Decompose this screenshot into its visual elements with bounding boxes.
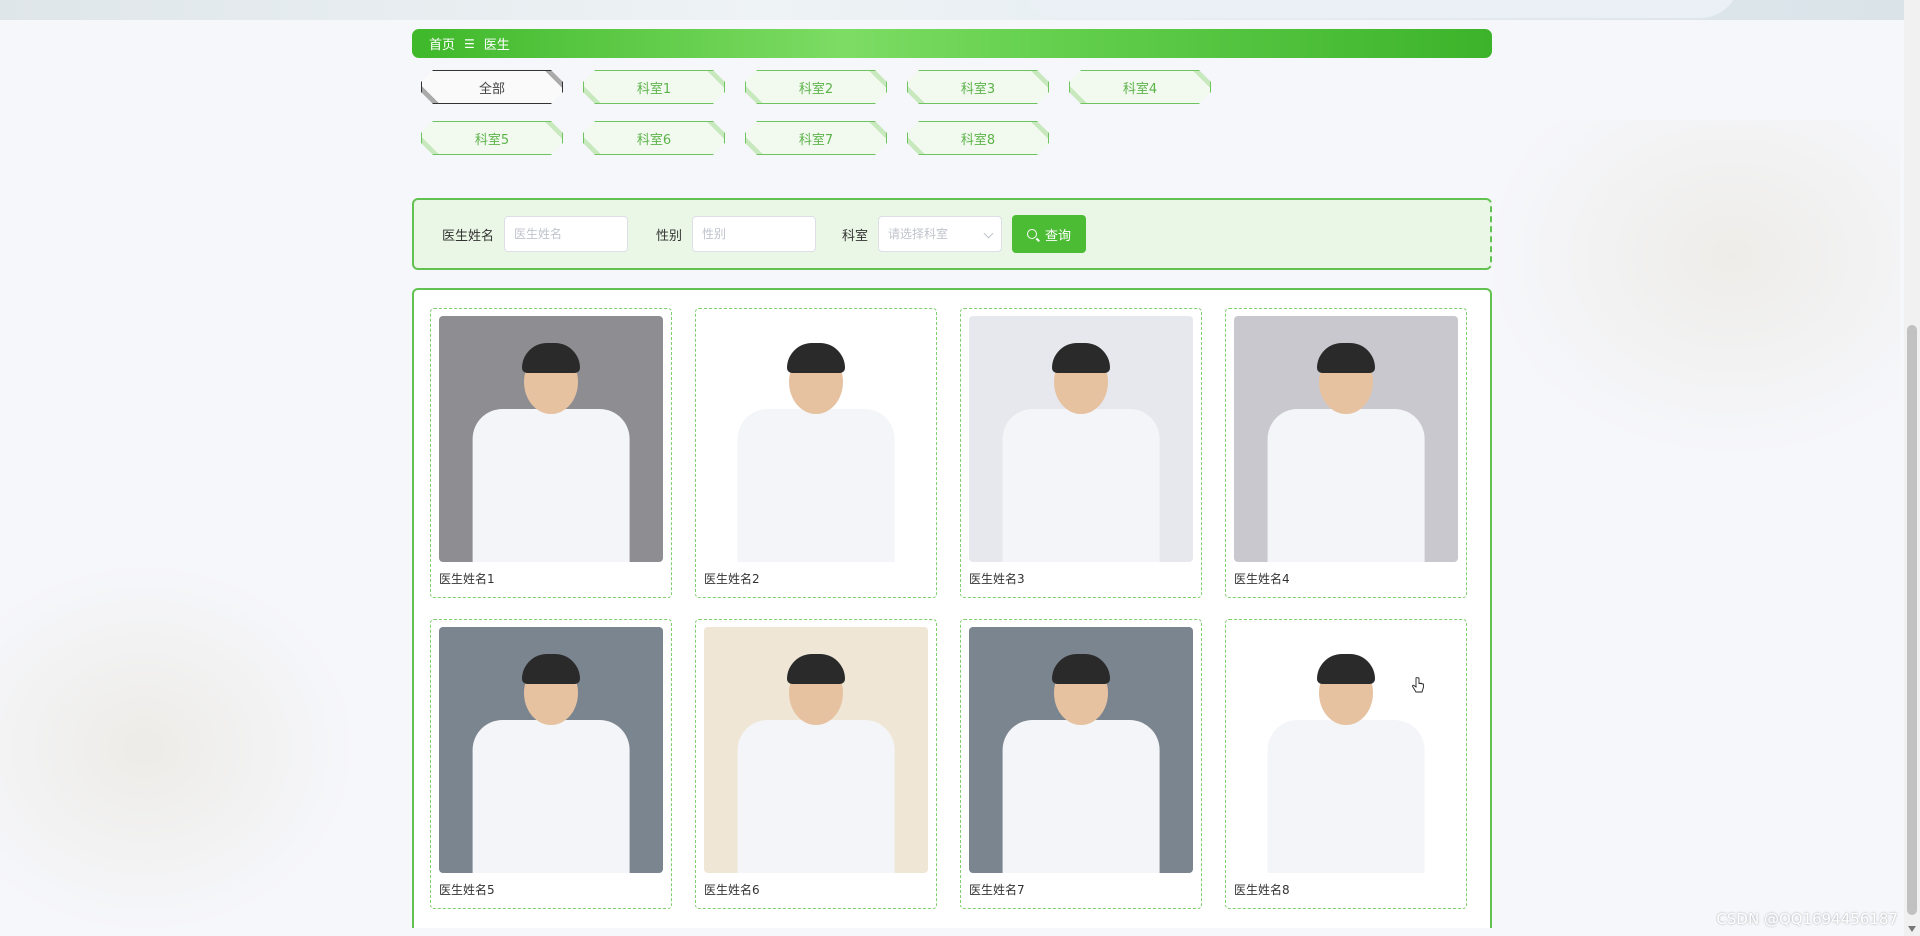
- breadcrumb: 首页 ☰ 医生: [412, 29, 1492, 58]
- doctor-photo: [969, 627, 1193, 873]
- hand-pointer-icon: [1412, 677, 1424, 693]
- tab-dept-2[interactable]: 科室2: [745, 70, 887, 104]
- tab-dept-4[interactable]: 科室4: [1069, 70, 1211, 104]
- photo-figure-hair: [1317, 654, 1375, 685]
- doctor-photo: [439, 316, 663, 562]
- photo-figure: [1002, 409, 1160, 562]
- csdn-watermark: CSDN @QQ1694456187: [1716, 910, 1898, 928]
- tab-dept-1[interactable]: 科室1: [583, 70, 725, 104]
- photo-figure: [472, 409, 630, 562]
- photo-figure: [1002, 720, 1160, 873]
- doctor-name: 医生姓名6: [704, 883, 760, 897]
- doctor-card[interactable]: 医生姓名1: [430, 308, 672, 598]
- doctor-grid: 医生姓名1 医生姓名2 医生姓名3 医生姓名4 医生姓名5 医生姓名6 医生姓名…: [412, 288, 1492, 928]
- breadcrumb-separator-icon: ☰: [464, 36, 475, 51]
- photo-figure-hair: [787, 343, 845, 374]
- breadcrumb-home-link[interactable]: 首页: [429, 34, 455, 53]
- top-banner-image: [0, 0, 1904, 20]
- doctor-photo: [704, 627, 928, 873]
- gender-label: 性别: [656, 228, 683, 244]
- department-label: 科室: [842, 228, 869, 244]
- photo-figure-hair: [1052, 343, 1110, 374]
- photo-figure-hair: [522, 654, 580, 685]
- doctor-card[interactable]: 医生姓名2: [695, 308, 937, 598]
- photo-figure: [472, 720, 630, 873]
- photo-figure-hair: [522, 343, 580, 374]
- page-scrollbar[interactable]: [1904, 0, 1920, 936]
- doctor-name: 医生姓名2: [704, 572, 760, 586]
- doctor-card[interactable]: 医生姓名3: [960, 308, 1202, 598]
- photo-figure-hair: [1052, 654, 1110, 685]
- gender-input[interactable]: [692, 216, 817, 252]
- department-tabs: 全部 科室1 科室2 科室3 科室4 科室5 科室6 科室7 科室8: [412, 70, 1312, 172]
- doctor-name: 医生姓名7: [969, 883, 1025, 897]
- tab-dept-7[interactable]: 科室7: [745, 121, 887, 155]
- tab-all[interactable]: 全部: [421, 70, 563, 104]
- doctor-name: 医生姓名1: [439, 572, 495, 586]
- photo-figure: [737, 720, 895, 873]
- photo-figure-hair: [1317, 343, 1375, 374]
- photo-figure: [1267, 720, 1425, 873]
- query-button[interactable]: 查询: [1012, 215, 1087, 253]
- search-icon: [1027, 229, 1038, 239]
- doctor-name: 医生姓名5: [439, 883, 495, 897]
- doctor-card[interactable]: 医生姓名4: [1225, 308, 1467, 598]
- doctor-photo: [439, 627, 663, 873]
- doctor-name-label: 医生姓名: [442, 228, 495, 244]
- doctor-name-input[interactable]: [504, 216, 629, 252]
- doctor-photo: [1234, 627, 1458, 873]
- breadcrumb-current: 医生: [483, 38, 510, 53]
- tab-dept-5[interactable]: 科室5: [421, 121, 563, 155]
- doctor-card[interactable]: 医生姓名7: [960, 619, 1202, 909]
- doctor-card[interactable]: 医生姓名8: [1225, 619, 1467, 909]
- photo-figure: [737, 409, 895, 562]
- main-content: 首页 ☰ 医生 全部 科室1 科室2 科室3 科室4 科室5 科室6 科室7 科…: [412, 29, 1492, 928]
- banner-decoration: [1020, 0, 1740, 18]
- background-flower-right: [1480, 120, 1900, 460]
- background-flower-left: [0, 560, 360, 936]
- department-select[interactable]: [878, 216, 1003, 252]
- scroll-down-arrow-icon[interactable]: [1908, 926, 1916, 932]
- doctor-card[interactable]: 医生姓名6: [695, 619, 937, 909]
- photo-figure: [1267, 409, 1425, 562]
- tab-dept-3[interactable]: 科室3: [907, 70, 1049, 104]
- search-panel: 医生姓名 性别 科室 查询: [412, 198, 1492, 270]
- doctor-name: 医生姓名8: [1234, 883, 1290, 897]
- tab-dept-8[interactable]: 科室8: [907, 121, 1049, 155]
- scrollbar-thumb[interactable]: [1907, 325, 1917, 915]
- doctor-photo: [969, 316, 1193, 562]
- tab-dept-6[interactable]: 科室6: [583, 121, 725, 155]
- doctor-photo: [704, 316, 928, 562]
- query-button-label: 查询: [1045, 228, 1072, 244]
- photo-figure-hair: [787, 654, 845, 685]
- doctor-name: 医生姓名3: [969, 572, 1025, 586]
- doctor-card[interactable]: 医生姓名5: [430, 619, 672, 909]
- doctor-photo: [1234, 316, 1458, 562]
- doctor-name: 医生姓名4: [1234, 572, 1290, 586]
